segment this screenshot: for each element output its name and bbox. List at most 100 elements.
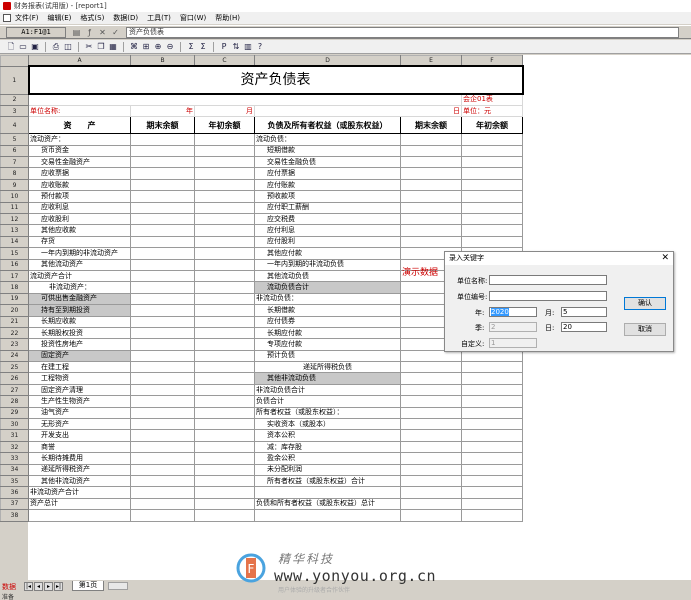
form-code[interactable]: 会企01表	[461, 93, 523, 106]
asset-item-cell[interactable]: 非流动资产：	[28, 281, 131, 294]
row-header[interactable]: 6	[0, 144, 29, 158]
row-header[interactable]: 38	[0, 509, 29, 522]
asset-year-begin-cell[interactable]	[194, 361, 255, 374]
asset-year-begin-cell[interactable]	[194, 463, 255, 477]
param-icon[interactable]: P	[219, 42, 229, 52]
column-header-b[interactable]: B	[130, 55, 195, 67]
menu-data[interactable]: 数据(D)	[113, 13, 138, 23]
asset-period-end-cell[interactable]	[130, 406, 195, 420]
liability-item-cell[interactable]: 交易性金融负债	[254, 156, 401, 169]
asset-item-cell[interactable]: 固定资产清理	[28, 383, 131, 397]
asset-year-begin-cell[interactable]	[194, 304, 255, 317]
liability-item-cell[interactable]: 短期借款	[254, 144, 401, 158]
liability-item-cell[interactable]: 所有者权益（或股东权益）合计	[254, 474, 401, 488]
liability-year-begin-cell[interactable]	[461, 178, 523, 192]
asset-year-begin-cell[interactable]	[194, 452, 255, 465]
liability-item-cell[interactable]: 负债和所有者权益（或股东权益）总计	[254, 497, 401, 511]
document-icon[interactable]	[3, 14, 11, 22]
blank-cell[interactable]	[28, 509, 131, 522]
row-header[interactable]: 29	[0, 406, 29, 420]
asset-year-begin-cell[interactable]	[194, 144, 255, 158]
liability-item-cell[interactable]: 应付股利	[254, 235, 401, 249]
year-input[interactable]: 2020	[489, 307, 537, 317]
asset-period-end-cell[interactable]	[130, 395, 195, 408]
row-header[interactable]: 19	[0, 292, 29, 306]
month-keyword[interactable]: 月	[194, 104, 255, 118]
asset-period-end-cell[interactable]	[130, 258, 195, 271]
row-header[interactable]: 24	[0, 349, 29, 363]
asset-year-begin-cell[interactable]	[194, 258, 255, 271]
liability-year-begin-cell[interactable]	[461, 212, 523, 226]
column-header-d[interactable]: D	[254, 55, 401, 67]
header-period-end-2[interactable]: 期末余额	[400, 116, 462, 135]
blank-cell[interactable]	[461, 509, 523, 522]
liability-period-end-cell[interactable]	[400, 486, 462, 499]
liability-year-begin-cell[interactable]	[461, 395, 523, 408]
liability-year-begin-cell[interactable]	[461, 463, 523, 477]
column-header-e[interactable]: E	[400, 55, 462, 67]
asset-year-begin-cell[interactable]	[194, 326, 255, 340]
liability-period-end-cell[interactable]	[400, 235, 462, 249]
row-header[interactable]: 32	[0, 440, 29, 454]
asset-item-cell[interactable]: 固定资产	[28, 349, 131, 363]
asset-item-cell[interactable]: 持有至到期投资	[28, 304, 131, 317]
asset-item-cell[interactable]: 油气资产	[28, 406, 131, 420]
asset-period-end-cell[interactable]	[130, 383, 195, 397]
header-year-begin-2[interactable]: 年初余额	[461, 116, 523, 135]
asset-year-begin-cell[interactable]	[194, 395, 255, 408]
liability-period-end-cell[interactable]	[400, 474, 462, 488]
liability-year-begin-cell[interactable]	[461, 486, 523, 499]
mode-indicator[interactable]: 数据	[2, 582, 16, 592]
asset-item-cell[interactable]: 可供出售金融资产	[28, 292, 131, 306]
asset-item-cell[interactable]: 无形资产	[28, 418, 131, 431]
asset-year-begin-cell[interactable]	[194, 349, 255, 363]
menu-help[interactable]: 帮助(H)	[215, 13, 240, 23]
asset-year-begin-cell[interactable]	[194, 372, 255, 385]
unit-name-input[interactable]	[489, 275, 607, 285]
liability-item-cell[interactable]: 所有者权益（或股东权益）：	[254, 406, 401, 420]
header-period-end[interactable]: 期末余额	[130, 116, 195, 135]
custom-input[interactable]: 1	[489, 338, 537, 348]
folder-icon[interactable]: ▤	[72, 28, 81, 37]
row-header[interactable]: 5	[0, 133, 29, 146]
asset-year-begin-cell[interactable]	[194, 235, 255, 249]
unit-name-label[interactable]: 单位名称:	[28, 104, 131, 118]
asset-item-cell[interactable]: 应收账款	[28, 178, 131, 192]
liability-year-begin-cell[interactable]	[461, 418, 523, 431]
copy-icon[interactable]: ❐	[96, 42, 106, 52]
row-header[interactable]: 17	[0, 269, 29, 283]
asset-year-begin-cell[interactable]	[194, 247, 255, 260]
asset-item-cell[interactable]: 商誉	[28, 440, 131, 454]
liability-period-end-cell[interactable]	[400, 372, 462, 385]
asset-year-begin-cell[interactable]	[194, 418, 255, 431]
liability-item-cell[interactable]: 应付票据	[254, 167, 401, 180]
liability-period-end-cell[interactable]	[400, 361, 462, 374]
liability-year-begin-cell[interactable]	[461, 156, 523, 169]
asset-year-begin-cell[interactable]	[194, 315, 255, 328]
asset-item-cell[interactable]: 预付款项	[28, 190, 131, 203]
asset-period-end-cell[interactable]	[130, 133, 195, 146]
asset-item-cell[interactable]: 其他流动资产	[28, 258, 131, 271]
liability-year-begin-cell[interactable]	[461, 440, 523, 454]
row-header[interactable]: 9	[0, 178, 29, 192]
asset-period-end-cell[interactable]	[130, 497, 195, 511]
menu-edit[interactable]: 编辑(E)	[48, 13, 72, 23]
asset-item-cell[interactable]: 流动资产合计	[28, 269, 131, 283]
row-header[interactable]: 7	[0, 156, 29, 169]
asset-item-cell[interactable]: 应收票据	[28, 167, 131, 180]
row-header[interactable]: 21	[0, 315, 29, 328]
asset-item-cell[interactable]: 投资性房地产	[28, 338, 131, 351]
row-header[interactable]: 27	[0, 383, 29, 397]
liability-period-end-cell[interactable]	[400, 190, 462, 203]
liability-item-cell[interactable]: 流动负债合计	[254, 281, 401, 294]
asset-item-cell[interactable]: 其他非流动资产	[28, 474, 131, 488]
corner-cell[interactable]	[0, 55, 29, 67]
liability-year-begin-cell[interactable]	[461, 452, 523, 465]
year-keyword[interactable]: 年	[130, 104, 195, 118]
liability-year-begin-cell[interactable]	[461, 497, 523, 511]
blank-cell[interactable]	[130, 509, 195, 522]
blank-cell[interactable]	[194, 509, 255, 522]
formula-input[interactable]: 资产负债表	[126, 26, 679, 38]
liability-item-cell[interactable]: 减：库存股	[254, 440, 401, 454]
asset-item-cell[interactable]: 非流动资产合计	[28, 486, 131, 499]
